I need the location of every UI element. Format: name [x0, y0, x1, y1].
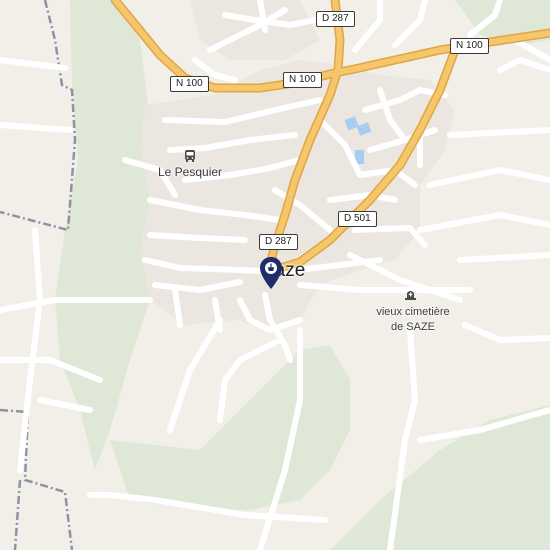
map-canvas[interactable]: N 100 N 100 N 100 D 287 D 287 D 501 Le P…: [0, 0, 550, 550]
road-shield-n100-east: N 100: [450, 38, 489, 54]
cemetery-icon[interactable]: [404, 288, 417, 306]
poi-label-line2: de SAZE: [390, 321, 436, 333]
road-shield-n100-center: N 100: [283, 72, 322, 88]
poi-label-cemetery: vieux cimetière de SAZE: [366, 305, 460, 335]
road-shield-n100-west: N 100: [170, 76, 209, 92]
poi-label-line1: vieux cimetière: [376, 306, 450, 318]
road-shield-d287-town: D 287: [259, 234, 298, 250]
map-pin-icon[interactable]: [259, 256, 283, 295]
place-label-le-pesquier: Le Pesquier: [158, 165, 223, 179]
road-shield-d287-north: D 287: [316, 11, 355, 27]
road-shield-d501: D 501: [338, 211, 377, 227]
